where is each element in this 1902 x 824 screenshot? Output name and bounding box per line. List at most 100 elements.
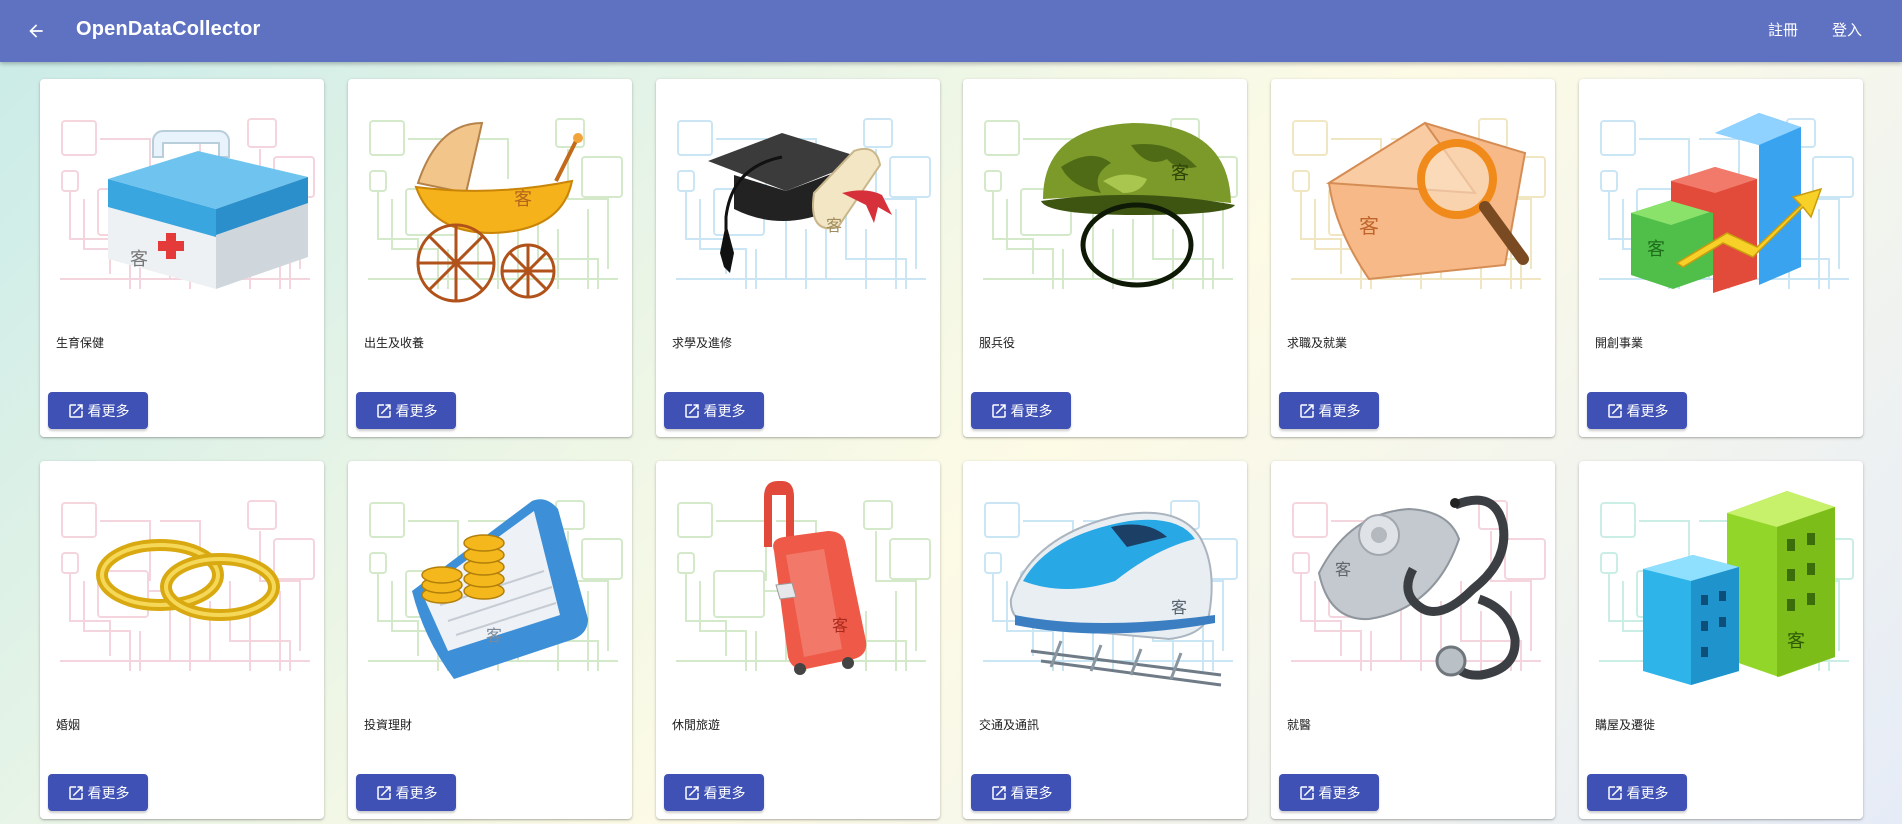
svg-text:客: 客 <box>1171 163 1189 184</box>
stethoscope-icon: 客 <box>1291 495 1546 680</box>
card-image: 客 <box>963 461 1247 687</box>
see-more-button[interactable]: 看更多 <box>356 774 456 811</box>
see-more-button[interactable]: 看更多 <box>1587 774 1687 811</box>
svg-text:客: 客 <box>1647 239 1665 260</box>
svg-text:客: 客 <box>1787 631 1805 652</box>
category-card: 客 購屋及遷徙 看更多 <box>1579 461 1863 819</box>
see-more-label: 看更多 <box>1626 785 1669 802</box>
svg-text:客: 客 <box>514 189 532 210</box>
category-card: 客 出生及收養 看更多 <box>348 79 632 437</box>
see-more-button[interactable]: 看更多 <box>356 392 456 429</box>
svg-text:客: 客 <box>486 626 502 645</box>
open-in-new-icon <box>684 785 699 800</box>
see-more-button[interactable]: 看更多 <box>664 774 764 811</box>
open-in-new-icon <box>1299 785 1314 800</box>
category-card: 客 開創事業 看更多 <box>1579 79 1863 437</box>
wedding-rings-icon <box>60 500 315 671</box>
see-more-button[interactable]: 看更多 <box>1279 392 1379 429</box>
see-more-button[interactable]: 看更多 <box>48 392 148 429</box>
growth-chart-icon: 客 <box>1599 113 1854 293</box>
open-in-new-icon <box>1299 403 1314 418</box>
card-image: 客 <box>656 461 940 687</box>
card-title: 求職及就業 <box>1287 336 1348 350</box>
see-more-label: 看更多 <box>395 403 438 420</box>
see-more-label: 看更多 <box>703 785 746 802</box>
job-search-icon: 客 <box>1291 118 1546 289</box>
see-more-label: 看更多 <box>1010 785 1053 802</box>
card-title: 求學及進修 <box>672 336 733 350</box>
category-card: 客 投資理財 看更多 <box>348 461 632 819</box>
card-title: 投資理財 <box>364 718 413 732</box>
graduation-cap-icon: 客 <box>676 118 931 289</box>
card-title: 購屋及遷徙 <box>1595 718 1656 732</box>
see-more-button[interactable]: 看更多 <box>1587 392 1687 429</box>
open-in-new-icon <box>684 403 699 418</box>
card-title: 生育保健 <box>56 336 105 350</box>
see-more-label: 看更多 <box>87 785 130 802</box>
card-image: 客 <box>656 79 940 305</box>
investment-coins-icon: 客 <box>368 499 623 679</box>
svg-text:客: 客 <box>130 249 148 270</box>
category-card: 客 交通及通訊 看更多 <box>963 461 1247 819</box>
open-in-new-icon <box>1607 403 1622 418</box>
see-more-label: 看更多 <box>395 785 438 802</box>
card-image: 客 <box>348 79 632 305</box>
svg-text:客: 客 <box>1171 598 1187 617</box>
svg-text:客: 客 <box>1359 214 1379 238</box>
card-title: 出生及收養 <box>364 336 425 350</box>
category-card: 客 求職及就業 看更多 <box>1271 79 1555 437</box>
register-button[interactable]: 註冊 <box>1768 19 1798 40</box>
military-helmet-icon: 客 <box>983 118 1238 289</box>
back-button[interactable] <box>18 13 54 49</box>
category-card: 客 求學及進修 看更多 <box>656 79 940 437</box>
see-more-button[interactable]: 看更多 <box>1279 774 1379 811</box>
open-in-new-icon <box>991 785 1006 800</box>
see-more-button[interactable]: 看更多 <box>48 774 148 811</box>
see-more-label: 看更多 <box>703 403 746 420</box>
first-aid-kit-icon: 客 <box>60 118 315 289</box>
login-button[interactable]: 登入 <box>1832 19 1862 40</box>
open-in-new-icon <box>1607 785 1622 800</box>
category-card: 客 休閒旅遊 看更多 <box>656 461 940 819</box>
card-image: 客 <box>1579 79 1863 305</box>
card-title: 就醫 <box>1287 718 1312 732</box>
svg-text:客: 客 <box>826 216 842 235</box>
see-more-label: 看更多 <box>1010 403 1053 420</box>
open-in-new-icon <box>376 785 391 800</box>
card-image: 客 <box>1271 79 1555 305</box>
card-image: 客 <box>40 79 324 305</box>
see-more-label: 看更多 <box>1318 785 1361 802</box>
see-more-button[interactable]: 看更多 <box>971 774 1071 811</box>
app-title: OpenDataCollector <box>76 18 261 40</box>
see-more-label: 看更多 <box>1318 403 1361 420</box>
category-card: 婚姻 看更多 <box>40 461 324 819</box>
card-image <box>40 461 324 687</box>
see-more-button[interactable]: 看更多 <box>971 392 1071 429</box>
see-more-label: 看更多 <box>87 403 130 420</box>
card-title: 交通及通訊 <box>979 718 1040 732</box>
card-title: 開創事業 <box>1595 336 1644 350</box>
svg-text:客: 客 <box>1335 560 1351 579</box>
baby-stroller-icon: 客 <box>368 118 623 303</box>
card-title: 服兵役 <box>979 336 1016 350</box>
buildings-icon: 客 <box>1599 491 1854 685</box>
card-image: 客 <box>348 461 632 687</box>
open-in-new-icon <box>376 403 391 418</box>
arrow-back-icon <box>29 24 43 38</box>
card-image: 客 <box>1579 461 1863 687</box>
svg-text:客: 客 <box>832 616 848 635</box>
open-in-new-icon <box>68 403 83 418</box>
open-in-new-icon <box>68 785 83 800</box>
see-more-button[interactable]: 看更多 <box>664 392 764 429</box>
open-in-new-icon <box>991 403 1006 418</box>
see-more-label: 看更多 <box>1626 403 1669 420</box>
card-image: 客 <box>1271 461 1555 687</box>
card-title: 婚姻 <box>56 718 81 732</box>
category-card: 客 服兵役 看更多 <box>963 79 1247 437</box>
card-image: 客 <box>963 79 1247 305</box>
category-card: 客 就醫 看更多 <box>1271 461 1555 819</box>
app-bar: OpenDataCollector 註冊 登入 <box>0 0 1902 62</box>
card-title: 休閒旅遊 <box>672 718 721 732</box>
suitcase-icon: 客 <box>676 481 931 675</box>
bullet-train-icon: 客 <box>983 500 1238 687</box>
